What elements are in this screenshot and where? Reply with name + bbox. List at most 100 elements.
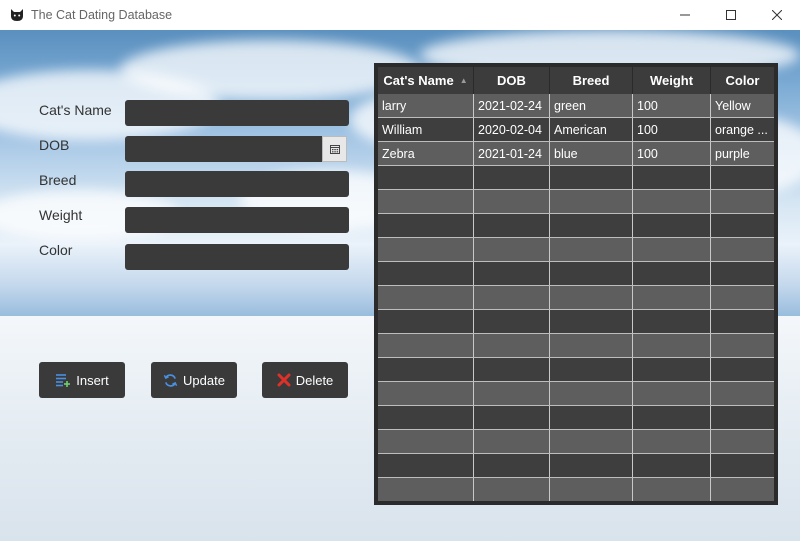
table-row-empty[interactable] bbox=[378, 478, 774, 501]
column-header-weight[interactable]: Weight bbox=[633, 67, 711, 94]
close-button[interactable] bbox=[754, 0, 800, 30]
table-cell bbox=[633, 334, 711, 357]
table-cell bbox=[378, 214, 474, 237]
table-cell bbox=[711, 358, 774, 381]
table-row-empty[interactable] bbox=[378, 310, 774, 334]
table-cell bbox=[633, 310, 711, 333]
table-cell bbox=[633, 430, 711, 453]
table-cell bbox=[474, 430, 550, 453]
insert-button[interactable]: Insert bbox=[39, 362, 125, 398]
delete-button[interactable]: Delete bbox=[262, 362, 348, 398]
table-cell bbox=[550, 358, 633, 381]
table-cell bbox=[711, 238, 774, 261]
table-cell bbox=[633, 286, 711, 309]
table-cell bbox=[633, 406, 711, 429]
table-cell bbox=[711, 262, 774, 285]
table-row[interactable]: Zebra 2021-01-24 blue 100 purple bbox=[378, 142, 774, 166]
refresh-icon bbox=[163, 373, 178, 388]
table-header: Cat's Name ▲ DOB Breed Weight Color bbox=[378, 67, 774, 94]
calendar-button[interactable] bbox=[322, 136, 347, 162]
table-body: larry 2021-02-24 green 100 Yellow William 2020… bbox=[378, 94, 774, 501]
table-cell bbox=[633, 238, 711, 261]
column-header-dob[interactable]: DOB bbox=[474, 67, 550, 94]
table-cell bbox=[550, 334, 633, 357]
table-row-empty[interactable] bbox=[378, 238, 774, 262]
table-cell bbox=[550, 454, 633, 477]
minimize-icon bbox=[680, 14, 690, 16]
table-cell bbox=[378, 262, 474, 285]
table-cell bbox=[550, 478, 633, 501]
table-cell: 100 bbox=[633, 142, 711, 165]
table-cell bbox=[474, 406, 550, 429]
dob-label: DOB bbox=[39, 137, 70, 153]
color-input[interactable] bbox=[125, 244, 349, 270]
dob-input[interactable] bbox=[125, 136, 322, 162]
column-header-name[interactable]: Cat's Name ▲ bbox=[378, 67, 474, 94]
table-row-empty[interactable] bbox=[378, 286, 774, 310]
sort-ascending-icon: ▲ bbox=[459, 76, 468, 85]
table-cell bbox=[711, 382, 774, 405]
table-row[interactable]: William 2020-02-04 American 100 orange ... bbox=[378, 118, 774, 142]
maximize-button[interactable] bbox=[708, 0, 754, 30]
table-cell bbox=[550, 382, 633, 405]
table-cell bbox=[633, 262, 711, 285]
table-cell bbox=[550, 286, 633, 309]
table-cell bbox=[474, 262, 550, 285]
table-cell: Yellow bbox=[715, 98, 751, 113]
breed-label: Breed bbox=[39, 172, 77, 188]
table-cell bbox=[550, 262, 633, 285]
table-cell bbox=[378, 286, 474, 309]
table-cell bbox=[378, 190, 474, 213]
table-cell bbox=[711, 430, 774, 453]
weight-input[interactable] bbox=[125, 207, 349, 233]
table-cell: William bbox=[378, 118, 474, 141]
column-header-breed[interactable]: Breed bbox=[550, 67, 633, 94]
maximize-icon bbox=[726, 10, 736, 20]
table-row-empty[interactable] bbox=[378, 262, 774, 286]
table-row-empty[interactable] bbox=[378, 454, 774, 478]
table-cell bbox=[550, 190, 633, 213]
table-cell bbox=[474, 166, 550, 189]
table-row-empty[interactable] bbox=[378, 430, 774, 454]
table-cell bbox=[378, 406, 474, 429]
table-row-empty[interactable] bbox=[378, 166, 774, 190]
table-row-empty[interactable] bbox=[378, 190, 774, 214]
table-cell bbox=[633, 166, 711, 189]
table-cell bbox=[474, 310, 550, 333]
minimize-button[interactable] bbox=[662, 0, 708, 30]
table-cell bbox=[378, 238, 474, 261]
cats-table[interactable]: Cat's Name ▲ DOB Breed Weight Color larry… bbox=[374, 63, 778, 505]
table-cell bbox=[550, 310, 633, 333]
table-cell bbox=[711, 406, 774, 429]
table-row-empty[interactable] bbox=[378, 406, 774, 430]
column-header-color[interactable]: Color bbox=[711, 67, 774, 94]
table-cell: Zebra bbox=[378, 142, 474, 165]
table-row[interactable]: larry 2021-02-24 green 100 Yellow bbox=[378, 94, 774, 118]
update-button[interactable]: Update bbox=[151, 362, 237, 398]
table-cell bbox=[711, 286, 774, 309]
window-title: The Cat Dating Database bbox=[31, 8, 173, 22]
table-cell bbox=[474, 238, 550, 261]
calendar-icon bbox=[329, 145, 340, 154]
table-cell bbox=[633, 478, 711, 501]
update-label: Update bbox=[183, 372, 225, 388]
cats-name-input[interactable] bbox=[125, 100, 349, 126]
table-row-empty[interactable] bbox=[378, 382, 774, 406]
table-cell bbox=[378, 166, 474, 189]
table-cell bbox=[711, 478, 774, 501]
table-cell bbox=[633, 190, 711, 213]
table-row-empty[interactable] bbox=[378, 358, 774, 382]
color-label: Color bbox=[39, 242, 73, 258]
table-cell bbox=[474, 478, 550, 501]
table-cell bbox=[550, 430, 633, 453]
table-row-empty[interactable] bbox=[378, 334, 774, 358]
table-cell bbox=[550, 238, 633, 261]
table-row-empty[interactable] bbox=[378, 214, 774, 238]
table-cell bbox=[633, 358, 711, 381]
table-cell bbox=[378, 478, 474, 501]
close-icon bbox=[772, 10, 782, 20]
table-cell: blue bbox=[550, 142, 633, 165]
breed-input[interactable] bbox=[125, 171, 349, 197]
table-cell: 100 bbox=[633, 94, 711, 117]
dob-date-picker[interactable] bbox=[125, 136, 347, 162]
